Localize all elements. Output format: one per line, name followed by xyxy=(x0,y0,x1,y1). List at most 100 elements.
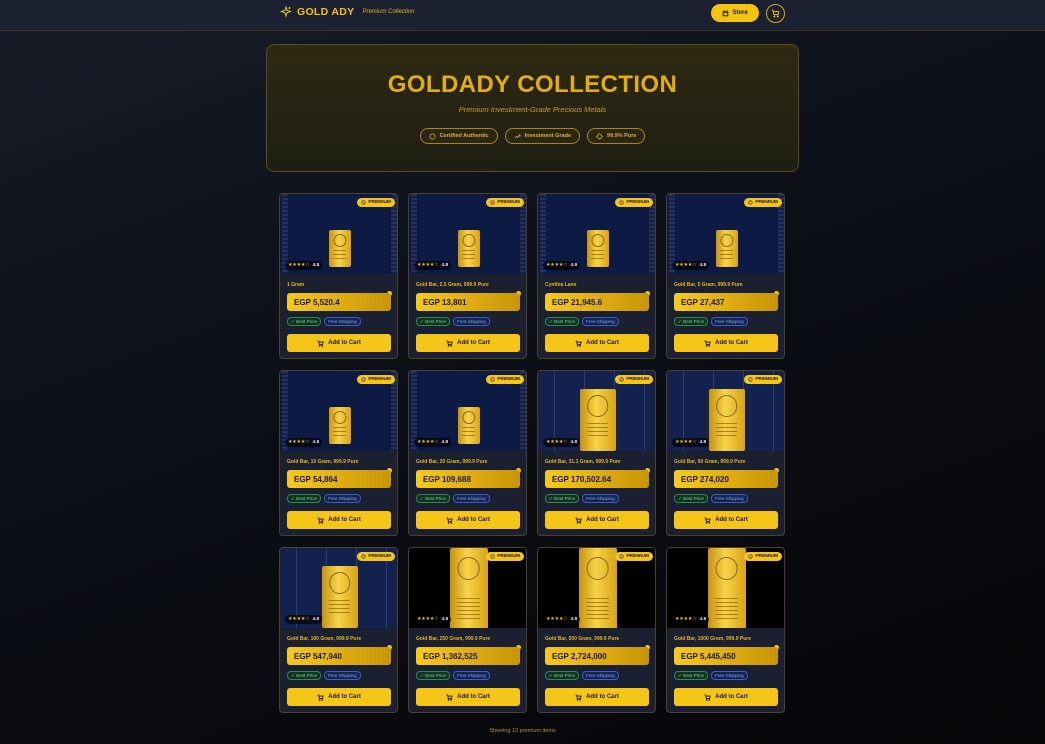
add-to-cart-button[interactable]: Add to Cart xyxy=(287,334,391,352)
product-price: EGP 109,688 xyxy=(416,470,520,488)
product-tags: ✓ Best Price Free Shipping xyxy=(545,671,619,680)
store-button[interactable]: Store xyxy=(711,4,759,22)
add-to-cart-button[interactable]: Add to Cart xyxy=(674,334,778,352)
product-card[interactable]: PREMIUM ★★★★☆ 4.8 Gold Bar, 5 Gram, 999.… xyxy=(666,193,785,359)
product-card[interactable]: PREMIUM ★★★★☆ 4.8 Cynthia Lane EGP 21,94… xyxy=(537,193,656,359)
brand-name: GOLD ADY xyxy=(297,6,355,18)
add-to-cart-button[interactable]: Add to Cart xyxy=(545,511,649,529)
crown-icon xyxy=(619,554,624,559)
badge-certified: Certified Authentic xyxy=(419,128,498,144)
gold-bar-image xyxy=(579,389,616,451)
product-name[interactable]: Gold Bar, 10 Gram, 999.9 Pure xyxy=(287,459,395,465)
premium-badge: PREMIUM xyxy=(615,552,653,561)
best-price-tag: ✓ Best Price xyxy=(545,671,580,680)
crown-icon xyxy=(748,200,753,205)
brand[interactable]: GOLD ADY Premium Collection xyxy=(280,6,414,18)
brand-subtitle: Premium Collection xyxy=(362,9,415,15)
product-name[interactable]: Gold Bar, 100 Gram, 999.9 Pure xyxy=(287,636,395,642)
product-image[interactable]: PREMIUM ★★★★☆ 4.8 xyxy=(409,548,526,628)
add-to-cart-button[interactable]: Add to Cart xyxy=(287,511,391,529)
add-to-cart-button[interactable]: Add to Cart xyxy=(416,511,520,529)
product-tags: ✓ Best Price Free Shipping xyxy=(674,671,748,680)
product-card[interactable]: PREMIUM ★★★★☆ 4.8 Gold Bar, 50 Gram, 999… xyxy=(666,370,785,536)
free-shipping-tag: Free Shipping xyxy=(711,671,748,680)
product-card[interactable]: PREMIUM ★★★★☆ 4.8 1 Gram EGP 5,520.4 ✓ B… xyxy=(279,193,398,359)
product-image[interactable]: PREMIUM ★★★★☆ 4.8 xyxy=(667,194,784,274)
product-card[interactable]: PREMIUM ★★★★☆ 4.8 Gold Bar, 20 Gram, 999… xyxy=(408,370,527,536)
product-name[interactable]: Gold Bar, 31.1 Gram, 999.9 Pure xyxy=(545,459,653,465)
items-count: Showing 12 premium items xyxy=(489,728,556,734)
premium-badge: PREMIUM xyxy=(486,198,524,207)
add-to-cart-label: Add to Cart xyxy=(457,517,490,523)
product-name[interactable]: Gold Bar, 50 Gram, 999.9 Pure xyxy=(674,459,782,465)
product-tags: ✓ Best Price Free Shipping xyxy=(545,317,619,326)
product-card[interactable]: PREMIUM ★★★★☆ 4.8 Gold Bar, 500 Gram, 99… xyxy=(537,547,656,713)
product-tags: ✓ Best Price Free Shipping xyxy=(287,317,361,326)
product-card[interactable]: PREMIUM ★★★★☆ 4.8 Gold Bar, 1000 Gram, 9… xyxy=(666,547,785,713)
premium-badge: PREMIUM xyxy=(357,375,395,384)
product-name[interactable]: Gold Bar, 2.5 Gram, 999.9 Pure xyxy=(416,282,524,288)
gold-bar-image xyxy=(578,548,617,628)
best-price-tag: ✓ Best Price xyxy=(416,494,451,503)
product-image[interactable]: PREMIUM ★★★★☆ 4.8 xyxy=(280,548,397,628)
badge-label: Certified Authentic xyxy=(439,133,489,139)
cart-icon xyxy=(446,516,453,524)
diamond-icon xyxy=(596,132,603,140)
rating-value: 4.8 xyxy=(441,263,449,268)
cart-button[interactable] xyxy=(766,4,785,23)
product-price: EGP 274,020 xyxy=(674,470,778,488)
hero-subtitle: Premium Investment-Grade Precious Metals xyxy=(458,105,607,114)
product-image[interactable]: PREMIUM ★★★★☆ 4.8 xyxy=(538,194,655,274)
add-to-cart-button[interactable]: Add to Cart xyxy=(287,688,391,706)
add-to-cart-button[interactable]: Add to Cart xyxy=(674,688,778,706)
product-price: EGP 2,724,000 xyxy=(545,647,649,665)
add-to-cart-button[interactable]: Add to Cart xyxy=(416,334,520,352)
premium-label: PREMIUM xyxy=(497,200,520,205)
product-image[interactable]: PREMIUM ★★★★☆ 4.8 xyxy=(409,194,526,274)
star-icons: ★★★★☆ xyxy=(417,263,439,268)
product-name[interactable]: Gold Bar, 20 Gram, 999.9 Pure xyxy=(416,459,524,465)
crown-icon xyxy=(490,377,495,382)
add-to-cart-button[interactable]: Add to Cart xyxy=(674,511,778,529)
product-name[interactable]: 1 Gram xyxy=(287,282,395,288)
product-image[interactable]: PREMIUM ★★★★☆ 4.8 xyxy=(667,548,784,628)
product-price: EGP 1,362,525 xyxy=(416,647,520,665)
crown-icon xyxy=(619,200,624,205)
product-card[interactable]: PREMIUM ★★★★☆ 4.8 Gold Bar, 100 Gram, 99… xyxy=(279,547,398,713)
badge-label: 99.9% Pure xyxy=(607,133,637,139)
rating-badge: ★★★★☆ 4.8 xyxy=(285,615,323,624)
premium-badge: PREMIUM xyxy=(615,375,653,384)
add-to-cart-label: Add to Cart xyxy=(586,517,619,523)
product-image[interactable]: PREMIUM ★★★★☆ 4.8 xyxy=(538,371,655,451)
product-name[interactable]: Gold Bar, 250 Gram, 999.9 Pure xyxy=(416,636,524,642)
product-image[interactable]: PREMIUM ★★★★☆ 4.8 xyxy=(409,371,526,451)
crown-icon xyxy=(748,377,753,382)
product-card[interactable]: PREMIUM ★★★★☆ 4.8 Gold Bar, 2.5 Gram, 99… xyxy=(408,193,527,359)
product-card[interactable]: PREMIUM ★★★★☆ 4.8 Gold Bar, 250 Gram, 99… xyxy=(408,547,527,713)
product-image[interactable]: PREMIUM ★★★★☆ 4.8 xyxy=(538,548,655,628)
add-to-cart-label: Add to Cart xyxy=(715,694,748,700)
product-name[interactable]: Gold Bar, 500 Gram, 999.9 Pure xyxy=(545,636,653,642)
product-card[interactable]: PREMIUM ★★★★☆ 4.8 Gold Bar, 31.1 Gram, 9… xyxy=(537,370,656,536)
premium-label: PREMIUM xyxy=(497,554,520,559)
product-name[interactable]: Gold Bar, 1000 Gram, 999.9 Pure xyxy=(674,636,782,642)
product-image[interactable]: PREMIUM ★★★★☆ 4.8 xyxy=(280,371,397,451)
product-name[interactable]: Gold Bar, 5 Gram, 999.9 Pure xyxy=(674,282,782,288)
product-name[interactable]: Cynthia Lane xyxy=(545,282,653,288)
product-image[interactable]: PREMIUM ★★★★☆ 4.8 xyxy=(667,371,784,451)
add-to-cart-button[interactable]: Add to Cart xyxy=(545,334,649,352)
product-card[interactable]: PREMIUM ★★★★☆ 4.8 Gold Bar, 10 Gram, 999… xyxy=(279,370,398,536)
gold-bar-image xyxy=(328,407,351,444)
product-price: EGP 547,940 xyxy=(287,647,391,665)
rating-value: 4.8 xyxy=(699,263,707,268)
product-price: EGP 170,502.64 xyxy=(545,470,649,488)
cart-icon xyxy=(446,339,453,347)
add-to-cart-button[interactable]: Add to Cart xyxy=(545,688,649,706)
premium-badge: PREMIUM xyxy=(744,198,782,207)
premium-label: PREMIUM xyxy=(626,554,649,559)
product-image[interactable]: PREMIUM ★★★★☆ 4.8 xyxy=(280,194,397,274)
cart-icon xyxy=(317,339,324,347)
rating-value: 4.8 xyxy=(699,617,707,622)
free-shipping-tag: Free Shipping xyxy=(711,494,748,503)
add-to-cart-button[interactable]: Add to Cart xyxy=(416,688,520,706)
